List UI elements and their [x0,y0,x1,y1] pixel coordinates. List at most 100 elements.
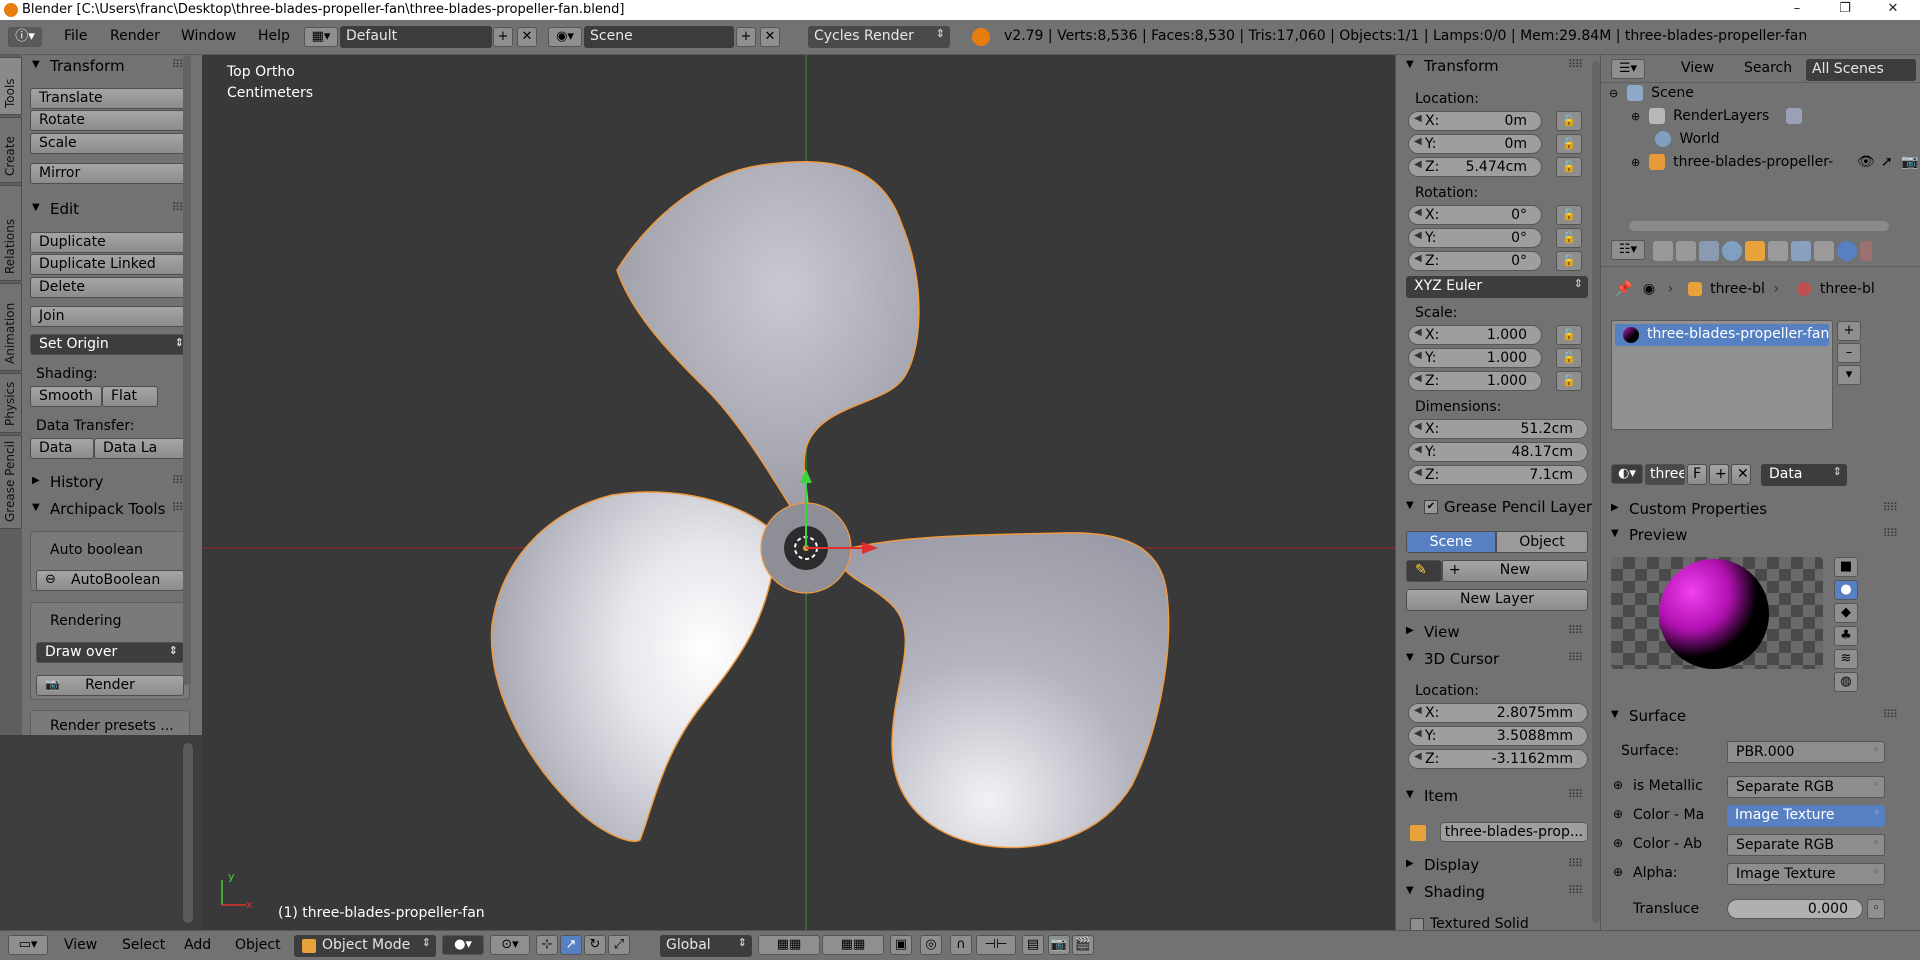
minimize-button[interactable]: – [1774,0,1820,20]
scale-x-field[interactable]: ◀ X: 1.000 [1408,325,1542,345]
toolshelf-scrollbar[interactable] [183,55,191,685]
add-scene-button[interactable]: + [736,27,756,47]
maximize-button[interactable]: ❐ [1822,0,1868,20]
dimension-z-field[interactable]: ◀ Z: 7.1cm [1408,465,1588,485]
opengl-animation-icon[interactable]: 🎬 [1072,935,1094,955]
browse-material-icon[interactable]: ◐▾ [1611,464,1643,484]
outliner-row-scene[interactable]: ⊖ Scene [1609,85,1694,107]
dimension-y-field[interactable]: ◀ Y: 48.17cm [1408,442,1588,462]
data-layout-button[interactable]: Data La [94,438,190,459]
set-origin-dropdown[interactable]: Set Origin ⇕ [30,334,190,355]
translate-manipulator-icon[interactable]: ↗ [560,935,582,955]
panel-grip-icon[interactable]: ⠿⠿ [1883,708,1898,721]
manipulator-toggle-icon[interactable]: ⊹ [536,935,558,955]
duplicate-button[interactable]: Duplicate [30,232,190,253]
lock-icon[interactable]: 🔓 [1556,371,1582,391]
autoboolean-button[interactable]: ⊖ AutoBoolean [36,570,184,591]
new-grease-pencil-button[interactable]: + New [1442,560,1588,582]
menu-select[interactable]: Select [122,937,165,953]
rotate-manipulator-icon[interactable]: ↻ [584,935,606,955]
expand-input-icon[interactable]: ⊕ [1613,778,1623,792]
rotate-button[interactable]: Rotate [30,110,190,131]
outliner-horizontal-scrollbar[interactable] [1629,221,1889,231]
rotation-mode-dropdown[interactable]: XYZ Euler ⇕ [1406,276,1588,298]
new-material-button[interactable]: + [1709,464,1729,485]
location-y-field[interactable]: ◀ Y: 0m [1408,134,1542,154]
outliner-row-object[interactable]: ⊕ three-blades-propeller- 👁 ➚ 📷 [1631,154,1920,176]
flat-shading-button[interactable]: Flat [102,386,158,407]
panel-grip-icon[interactable]: ⠿⠿ [1883,501,1898,514]
item-panel-header[interactable]: ▼ Item ⠿⠿ [1396,785,1586,809]
panel-grip-icon[interactable]: ⠿⠿ [1568,624,1583,637]
lock-icon[interactable]: 🔓 [1556,111,1582,131]
render-presets-label[interactable]: Render presets ... [50,718,174,734]
tab-relations[interactable]: Relations [0,185,22,281]
lock-icon[interactable]: 🔓 [1556,348,1582,368]
material-specials-button[interactable]: ▾ [1837,365,1861,385]
location-x-field[interactable]: ◀ X: 0m [1408,111,1542,131]
tab-grease-pencil[interactable]: Grease Pencil [0,435,22,529]
npanel-scrollbar[interactable] [1592,61,1600,923]
pivot-point-icon[interactable]: ⊙▾ [490,935,530,955]
close-window-button[interactable]: ✕ [1870,0,1916,20]
remove-screen-button[interactable]: ✕ [517,27,537,47]
material-tab-icon[interactable] [1837,241,1857,261]
menu-add[interactable]: Add [184,937,211,953]
location-z-field[interactable]: ◀ Z: 5.474cm [1408,157,1542,177]
properties-editor-icon[interactable]: ☷▾ [1611,240,1645,260]
display-panel-header[interactable]: ▶ Display ⠿⠿ [1396,854,1586,878]
snap-element-icon[interactable]: ⊣⊢ [976,935,1016,955]
input-link-field[interactable]: Separate RGB ◦ [1727,834,1885,856]
grease-pencil-layer-header[interactable]: ▼ ✔ Grease Pencil Layer [1396,496,1594,520]
object-tab-icon[interactable] [1745,241,1765,261]
cursor-y-field[interactable]: ◀ Y: 3.5088mm [1408,726,1588,746]
material-name-field[interactable]: three [1645,464,1685,485]
render-preview-icon[interactable]: ▤ [1022,935,1044,955]
menu-view[interactable]: View [64,937,97,953]
menu-help[interactable]: Help [258,28,290,44]
add-screen-button[interactable]: + [493,27,513,47]
texture-tab-icon[interactable] [1860,241,1872,261]
node-link-icon[interactable]: ◦ [1867,899,1885,919]
snap-magnet-icon[interactable]: ∩ [950,935,972,955]
translate-button[interactable]: Translate [30,88,190,109]
history-panel-header[interactable]: ▶ History ⠿⠿ [22,471,190,495]
editor-type-3dview-icon[interactable]: ▭▾ [8,935,48,955]
opengl-render-icon[interactable]: 📷 [1048,935,1070,955]
panel-grip-icon[interactable]: ⠿⠿ [1568,857,1583,870]
menu-file[interactable]: File [64,28,87,44]
checkbox-checked-icon[interactable]: ✔ [1424,500,1438,514]
screen-layout-field[interactable]: Default [340,26,492,48]
panel-grip-icon[interactable]: ⠿⠿ [1568,58,1583,71]
layers-grid-2-icon[interactable]: ▦▦ [822,935,884,955]
mode-dropdown[interactable]: Object Mode ⇕ [294,935,436,957]
modifiers-tab-icon[interactable] [1791,241,1811,261]
material-slot-item[interactable]: three-blades-propeller-fan [1615,324,1829,346]
scale-z-field[interactable]: ◀ Z: 1.000 [1408,371,1542,391]
lock-icon[interactable]: 🔓 [1556,157,1582,177]
menu-object[interactable]: Object [235,937,281,953]
preview-flat-icon[interactable]: ■ [1834,557,1858,577]
object-name-field[interactable]: three-blades-prop... [1440,822,1588,842]
edit-panel-header[interactable]: ▼ Edit ⠿⠿ [22,198,190,222]
tab-animation[interactable]: Animation [0,283,22,371]
scene-field[interactable]: Scene [584,26,734,48]
toolshelf-lower-scrollbar[interactable] [183,743,193,923]
preview-panel-header[interactable]: ▼ Preview ⠿⠿ [1601,524,1901,548]
tab-create[interactable]: Create [0,117,22,183]
data-tab-icon[interactable] [1814,241,1834,261]
rotation-y-field[interactable]: ◀ Y: 0° [1408,228,1542,248]
render-camera-icon[interactable]: 📷 [1901,154,1918,170]
3d-viewport[interactable]: Top Ortho Centimeters (1) three-blades-p… [202,55,1395,930]
menu-window[interactable]: Window [181,28,236,44]
fake-user-button[interactable]: F [1687,464,1707,485]
material-link-dropdown[interactable]: Data ⇕ [1761,464,1847,486]
scale-manipulator-icon[interactable]: ⤢ [608,935,630,955]
transform-orientation-dropdown[interactable]: Global ⇕ [660,935,752,957]
3d-cursor-panel-header[interactable]: ▼ 3D Cursor ⠿⠿ [1396,648,1586,672]
preview-hair-icon[interactable]: ≋ [1834,649,1858,669]
scale-y-field[interactable]: ◀ Y: 1.000 [1408,348,1542,368]
new-layer-button[interactable]: New Layer [1406,589,1588,611]
scene-selector-icon[interactable]: ◉▾ [548,27,582,47]
duplicate-linked-button[interactable]: Duplicate Linked [30,254,190,275]
